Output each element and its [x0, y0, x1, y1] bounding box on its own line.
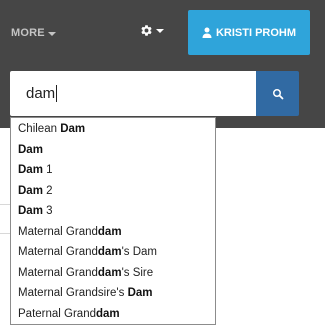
- suggestion-text: Maternal Grandsire's: [18, 287, 128, 299]
- suggestion-text: 's Dam: [121, 246, 157, 258]
- search-input[interactable]: dam: [10, 71, 256, 116]
- caret-down-icon: [156, 29, 164, 33]
- suggestion-item[interactable]: Dam 2: [11, 181, 215, 202]
- suggestion-item[interactable]: Dam: [11, 140, 215, 161]
- caret-down-icon: [47, 31, 56, 36]
- search-button[interactable]: [256, 71, 299, 116]
- suggestion-match-highlight: dam: [97, 266, 122, 279]
- suggestion-match-highlight: dam: [96, 307, 120, 320]
- user-account-button[interactable]: KRISTI PROHM: [188, 10, 310, 55]
- suggestion-text: 2: [42, 184, 53, 197]
- top-navigation-bar: MORE KRISTI PROHM dam: [0, 0, 325, 128]
- settings-menu[interactable]: [140, 24, 164, 37]
- suggestion-match-highlight: Dam: [18, 143, 43, 156]
- suggestion-item[interactable]: Dam 3: [11, 201, 215, 222]
- more-menu-label: MORE: [11, 27, 45, 39]
- suggestion-item[interactable]: Maternal Grandsire's Dam: [11, 283, 215, 304]
- search-query-text: dam: [26, 85, 56, 102]
- suggestion-match-highlight: Dam: [18, 164, 43, 176]
- suggestion-text: Chilean: [18, 123, 61, 135]
- suggestion-item[interactable]: Chilean Dam: [11, 119, 215, 140]
- more-menu[interactable]: MORE: [11, 27, 56, 39]
- suggestion-text: 3: [42, 205, 53, 217]
- suggestion-match-highlight: Dam: [18, 205, 43, 217]
- suggestion-match-highlight: Dam: [60, 123, 86, 135]
- text-cursor: [56, 85, 58, 102]
- suggestion-text: Maternal Grand: [18, 246, 98, 258]
- suggestion-item[interactable]: Maternal Granddam's Dam: [11, 242, 215, 263]
- suggestion-item[interactable]: Dam 1: [11, 160, 215, 181]
- user-account-label: KRISTI PROHM: [215, 26, 297, 39]
- suggestion-text: 's Sire: [121, 266, 154, 279]
- suggestion-match-highlight: dam: [97, 246, 122, 258]
- search-icon: [272, 88, 283, 99]
- gear-icon: [141, 25, 152, 36]
- suggestion-match-highlight: Dam: [18, 184, 43, 197]
- user-icon: [202, 27, 212, 38]
- suggestion-match-highlight: Dam: [127, 287, 153, 299]
- suggestion-text: Maternal Grand: [18, 225, 98, 238]
- suggestion-text: Maternal Grand: [18, 266, 98, 279]
- suggestion-match-highlight: dam: [97, 225, 122, 238]
- suggestion-item[interactable]: Paternal Granddam: [11, 304, 215, 325]
- page: MORE KRISTI PROHM dam Chilean Dam Dam Da…: [0, 0, 325, 328]
- suggestion-item[interactable]: Maternal Granddam: [11, 222, 215, 243]
- suggestion-text: Paternal Grand: [18, 307, 96, 320]
- suggestion-text: 1: [42, 164, 53, 176]
- search-suggestions-dropdown: Chilean Dam Dam Dam 1 Dam 2 Dam 3 Maternal Gr…: [10, 117, 216, 325]
- suggestion-item[interactable]: Maternal Granddam's Sire: [11, 263, 215, 284]
